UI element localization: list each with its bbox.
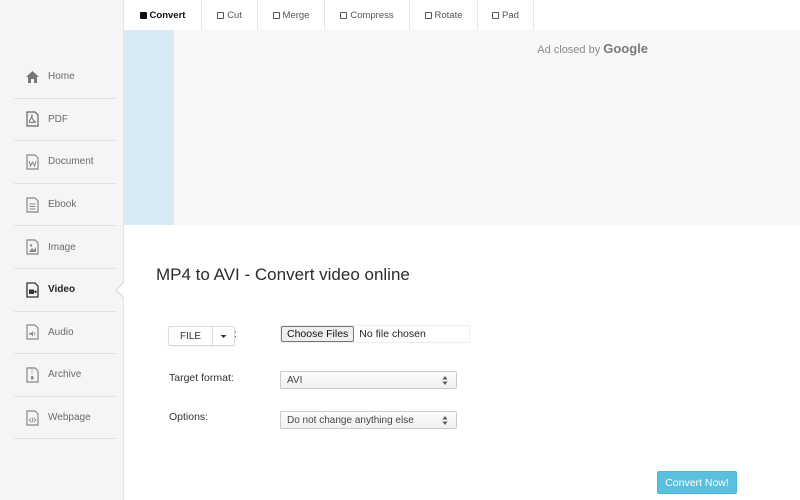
google-logo: Google [603,41,648,56]
sidebar-item-webpage[interactable]: Webpage [14,397,116,440]
select-arrows-icon [442,416,448,425]
file-button-label[interactable]: FILE [169,327,213,345]
tab-rotate[interactable]: Rotate [410,0,478,30]
file-source-button[interactable]: FILE [168,326,235,346]
tab-convert[interactable]: Convert [124,0,202,30]
sidebar-item-label: Document [48,156,94,168]
ad-side-strip [124,30,174,225]
tab-label: Cut [227,9,242,21]
ebook-icon [23,196,41,214]
checkbox-icon [424,11,432,19]
sidebar-item-label: PDF [48,113,68,125]
ad-closed-notice: Ad closed by Google [537,41,648,56]
page-title: MP4 to AVI - Convert video online [156,265,410,284]
sidebar-item-label: Home [48,71,75,83]
pdf-icon [23,110,41,128]
archive-icon [23,366,41,384]
target-format-select[interactable]: AVI [280,371,457,389]
sidebar-item-label: Video [48,284,76,296]
tab-label: Convert [149,9,186,21]
options-label: Options: [169,411,209,423]
select-arrows-icon [442,376,448,385]
active-indicator-fill [117,281,125,298]
tab-cut[interactable]: Cut [202,0,258,30]
sidebar-item-audio[interactable]: Audio [14,312,116,355]
tab-pad[interactable]: Pad [478,0,534,30]
image-icon [23,238,41,256]
tab-compress[interactable]: Compress [325,0,410,30]
sidebar-item-ebook[interactable]: Ebook [14,184,116,227]
options-value: Do not change anything else [287,414,414,426]
checkbox-icon [217,11,225,19]
sidebar-item-archive[interactable]: Archive [14,354,116,397]
options-select[interactable]: Do not change anything else [280,411,457,429]
target-format-value: AVI [287,374,303,386]
file-label-colon: : [234,329,237,340]
sidebar-item-label: Archive [48,369,82,381]
sidebar-nav: Home PDF Document Ebook Image Video Audi… [14,56,125,440]
file-status-text: No file chosen [359,328,426,340]
target-format-label: Target format: [169,372,234,384]
sidebar: Home PDF Document Ebook Image Video Audi… [0,0,125,500]
home-icon [23,68,41,86]
sidebar-item-home[interactable]: Home [14,56,116,99]
ad-closed-text: Ad closed by [537,44,601,56]
checkbox-icon [272,11,280,19]
audio-icon [23,323,41,341]
ad-area: Ad closed by Google [124,30,800,225]
tab-label: Rotate [434,9,463,21]
sidebar-item-document[interactable]: Document [14,141,116,184]
video-icon [23,281,41,299]
checkbox-icon [340,11,348,19]
convert-now-button[interactable]: Convert Now! [657,471,737,494]
sidebar-item-label: Audio [48,326,74,338]
checkbox-icon [139,11,147,19]
sidebar-item-video[interactable]: Video [14,269,125,312]
tab-label: Pad [502,9,519,21]
sidebar-item-label: Image [48,241,76,253]
checkbox-icon [492,11,500,19]
tab-label: Merge [282,9,310,21]
sidebar-item-label: Ebook [48,199,77,211]
file-input[interactable]: Choose Files No file chosen [280,325,470,343]
tool-tabs: Convert Cut Merge Compress Rotate Pad [124,0,534,30]
webpage-icon [23,409,41,427]
tab-label: Compress [350,9,394,21]
choose-files-button[interactable]: Choose Files [281,326,355,342]
chevron-down-icon[interactable] [213,327,234,345]
sidebar-item-pdf[interactable]: PDF [14,99,116,142]
tab-merge[interactable]: Merge [258,0,325,30]
sidebar-item-label: Webpage [48,412,91,424]
sidebar-item-image[interactable]: Image [14,226,116,269]
document-icon [23,153,41,171]
